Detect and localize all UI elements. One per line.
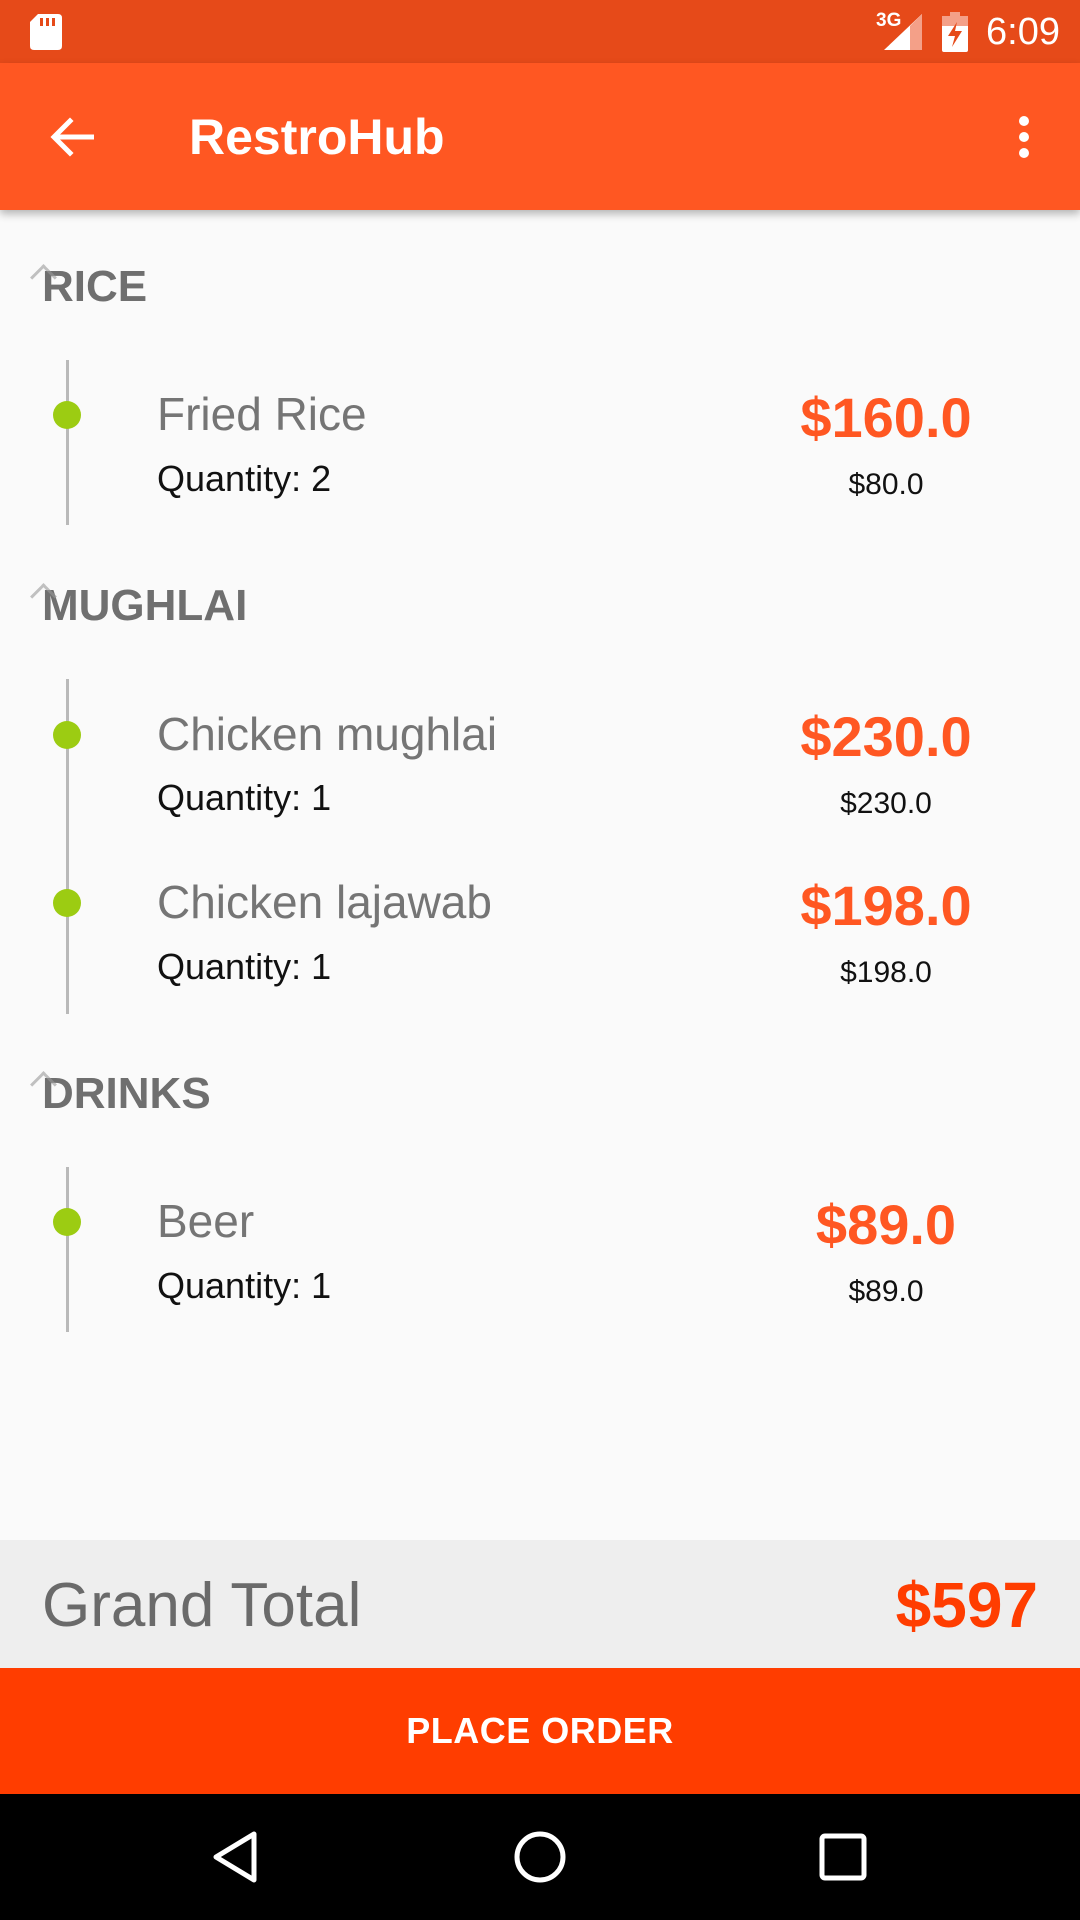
timeline-line bbox=[66, 1167, 69, 1332]
grand-total-label: Grand Total bbox=[42, 1571, 362, 1640]
nav-recents-button[interactable] bbox=[808, 1822, 878, 1892]
order-summary-list: RICE Fried Rice Quantity: 2 $160.0 $80.0… bbox=[0, 210, 1080, 1540]
item-total-price: $198.0 bbox=[800, 874, 972, 937]
item-total-price: $89.0 bbox=[815, 1193, 957, 1256]
system-nav-bar bbox=[0, 1794, 1080, 1920]
item-quantity: Quantity: 1 bbox=[157, 946, 332, 987]
item-quantity: Quantity: 2 bbox=[157, 458, 332, 499]
item-unit-price: $198.0 bbox=[840, 956, 932, 989]
item-total-price: $230.0 bbox=[800, 705, 972, 768]
item-quantity: Quantity: 1 bbox=[157, 1265, 332, 1306]
grand-total-bar: Grand Total $597 bbox=[0, 1540, 1080, 1668]
nav-home-button[interactable] bbox=[505, 1822, 575, 1892]
battery-charging-icon bbox=[942, 12, 968, 52]
grand-total-value: $597 bbox=[895, 1569, 1038, 1641]
place-order-button[interactable]: PLACE ORDER bbox=[0, 1668, 1080, 1794]
timeline-dot bbox=[53, 721, 81, 749]
home-circle-icon bbox=[514, 1831, 566, 1883]
item-name: Chicken lajawab bbox=[157, 876, 492, 928]
timeline-dot bbox=[53, 889, 81, 917]
more-options-button[interactable] bbox=[1000, 105, 1048, 169]
nav-back-button[interactable] bbox=[200, 1822, 270, 1892]
timeline-dot bbox=[53, 401, 81, 429]
sd-card-icon bbox=[30, 14, 62, 50]
item-unit-price: $230.0 bbox=[840, 787, 932, 820]
status-bar: 3G 6:09 bbox=[0, 0, 1080, 63]
category-header-drinks: DRINKS bbox=[42, 1069, 211, 1118]
app-title: RestroHub bbox=[189, 109, 445, 165]
item-unit-price: $80.0 bbox=[848, 468, 924, 501]
item-total-price: $160.0 bbox=[800, 386, 972, 449]
more-vert-icon bbox=[1019, 116, 1029, 158]
back-arrow-icon bbox=[50, 117, 94, 157]
timeline-line bbox=[66, 360, 69, 525]
item-name: Beer bbox=[157, 1195, 255, 1247]
item-name: Fried Rice bbox=[157, 388, 367, 440]
status-clock: 6:09 bbox=[986, 11, 1060, 53]
signal-icon bbox=[884, 14, 922, 50]
category-header-mughlai: MUGHLAI bbox=[42, 581, 248, 630]
category-header-rice: RICE bbox=[42, 262, 148, 311]
timeline-dot bbox=[53, 1208, 81, 1236]
back-button[interactable] bbox=[36, 105, 108, 169]
item-name: Chicken mughlai bbox=[157, 708, 498, 760]
back-triangle-icon bbox=[213, 1831, 257, 1883]
item-unit-price: $89.0 bbox=[848, 1275, 924, 1308]
recents-square-icon bbox=[819, 1833, 867, 1881]
app-bar: RestroHub bbox=[0, 63, 1080, 210]
item-quantity: Quantity: 1 bbox=[157, 777, 332, 818]
